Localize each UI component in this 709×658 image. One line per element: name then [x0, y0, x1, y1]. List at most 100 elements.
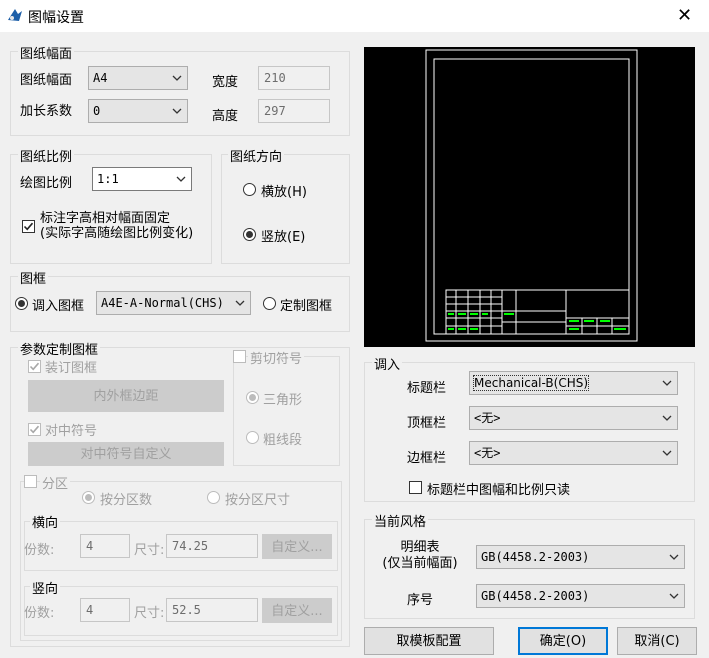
ok-button[interactable]: 确定(O)	[518, 627, 608, 655]
window-title: 图幅设置	[28, 10, 84, 26]
close-button[interactable]: ✕	[660, 0, 709, 32]
load-frame-label[interactable]: 调入图框	[32, 295, 84, 314]
radio-selected-dot	[246, 231, 253, 238]
binding-label: 装订图框	[45, 361, 98, 376]
frame-preview-drawing	[425, 49, 638, 342]
readonly-label[interactable]: 标题栏中图幅和比例只读	[427, 479, 570, 498]
serial-select[interactable]: GB(4458.2-2003)	[476, 584, 685, 608]
detail-table-value: GB(4458.2-2003)	[481, 550, 590, 564]
chevron-down-icon	[662, 415, 672, 421]
vertical-count-field[interactable]: 4	[80, 598, 130, 622]
custom-frame-label[interactable]: 定制图框	[280, 295, 332, 314]
extension-label: 加长系数	[20, 104, 73, 119]
scale-value: 1:1	[97, 172, 119, 186]
load-frame-radio[interactable]	[15, 297, 28, 310]
extension-select[interactable]: 0	[88, 99, 188, 123]
triangle-radio[interactable]	[246, 391, 259, 404]
horizontal-count-field[interactable]: 4	[80, 534, 130, 558]
horizontal-title: 横向	[30, 512, 61, 531]
checkmark-icon	[29, 362, 40, 371]
height-field[interactable]: 297	[258, 99, 330, 123]
vertical-size-field[interactable]: 52.5	[166, 598, 258, 622]
readonly-checkbox[interactable]	[409, 481, 422, 494]
paper-size-group-title: 图纸幅面	[18, 43, 75, 62]
checkmark-icon	[23, 222, 34, 231]
frame-group-title: 图框	[18, 268, 49, 287]
fixed-text-height-checkbox[interactable]	[22, 220, 35, 233]
top-frame-label: 顶框栏	[407, 416, 447, 431]
cut-mark-label: 剪切符号	[248, 348, 305, 367]
frame-value: A4E-A-Normal(CHS)	[101, 296, 224, 310]
param-frame-group-title: 参数定制图框	[18, 339, 101, 358]
fixed-text-height-label: 标注字高相对幅面固定 (实际字高随绘图比例变化)	[40, 211, 193, 241]
radio-selected-dot	[18, 300, 25, 307]
horizontal-custom-button[interactable]: 自定义...	[262, 534, 332, 559]
checkmark-icon	[29, 425, 40, 434]
side-frame-select[interactable]: <无>	[469, 441, 678, 465]
detail-table-label-line2: (仅当前幅面)	[382, 556, 458, 571]
height-label: 高度	[212, 109, 239, 124]
app-icon	[6, 6, 24, 24]
title-block-label: 标题栏	[407, 381, 447, 396]
cut-mark-checkbox[interactable]	[233, 350, 246, 363]
binding-checkbox[interactable]	[28, 360, 41, 373]
detail-table-select[interactable]: GB(4458.2-2003)	[476, 545, 685, 569]
style-group-title: 当前风格	[372, 511, 429, 530]
width-label: 宽度	[212, 75, 239, 90]
import-group-title: 调入	[372, 354, 403, 373]
landscape-radio[interactable]	[243, 183, 256, 196]
title-bar	[0, 0, 709, 32]
paper-size-value: A4	[93, 71, 108, 85]
by-count-radio[interactable]	[82, 491, 95, 504]
frame-select[interactable]: A4E-A-Normal(CHS)	[96, 291, 251, 315]
inner-outer-margin-button[interactable]: 内外框边距	[28, 380, 224, 412]
thick-line-label: 粗线段	[263, 433, 303, 448]
scale-group-title: 图纸比例	[18, 146, 75, 165]
chevron-down-icon	[669, 593, 679, 599]
paper-size-label: 图纸幅面	[20, 73, 73, 88]
fixed-text-height-line2: (实际字高随绘图比例变化)	[40, 226, 194, 241]
serial-value: GB(4458.2-2003)	[481, 589, 590, 603]
top-frame-value: <无>	[474, 411, 501, 425]
by-count-label: 按分区数	[100, 493, 153, 508]
zone-checkbox[interactable]	[24, 475, 37, 488]
title-block-value: Mechanical-B(CHS)	[472, 375, 590, 391]
radio-selected-dot	[249, 394, 256, 401]
by-size-radio[interactable]	[207, 491, 220, 504]
portrait-label[interactable]: 竖放(E)	[261, 226, 305, 245]
side-frame-value: <无>	[474, 446, 501, 460]
chevron-down-icon	[669, 554, 679, 560]
horizontal-size-field[interactable]: 74.25	[166, 534, 258, 558]
horizontal-size-label: 尺寸:	[134, 543, 165, 558]
vertical-count-label: 份数:	[24, 606, 55, 621]
detail-table-label: 明细表 (仅当前幅面)	[380, 540, 460, 572]
top-frame-select[interactable]: <无>	[469, 406, 678, 430]
title-block-select[interactable]: Mechanical-B(CHS)	[469, 371, 678, 395]
landscape-label[interactable]: 横放(H)	[261, 181, 307, 200]
orientation-group	[221, 154, 350, 264]
center-mark-custom-button[interactable]: 对中符号自定义	[28, 442, 224, 466]
serial-label: 序号	[407, 593, 434, 608]
template-config-button[interactable]: 取模板配置	[364, 627, 494, 655]
vertical-title: 竖向	[30, 578, 61, 597]
radio-selected-dot	[85, 494, 92, 501]
custom-frame-radio[interactable]	[263, 297, 276, 310]
triangle-label: 三角形	[263, 393, 303, 408]
chevron-down-icon	[176, 176, 186, 182]
frame-preview	[364, 47, 695, 347]
portrait-radio[interactable]	[243, 228, 256, 241]
chevron-down-icon	[662, 380, 672, 386]
vertical-custom-button[interactable]: 自定义...	[262, 598, 332, 623]
cancel-button[interactable]: 取消(C)	[617, 627, 697, 655]
paper-size-select[interactable]: A4	[88, 66, 188, 90]
side-frame-label: 边框栏	[407, 451, 447, 466]
fixed-text-height-line1: 标注字高相对幅面固定	[40, 211, 171, 226]
thick-line-radio[interactable]	[246, 431, 259, 444]
width-field[interactable]: 210	[258, 66, 330, 90]
vertical-size-label: 尺寸:	[134, 606, 165, 621]
detail-table-label-line1: 明细表	[400, 540, 440, 555]
scale-select[interactable]: 1:1	[92, 167, 192, 191]
horizontal-count-label: 份数:	[24, 543, 55, 558]
center-mark-checkbox[interactable]	[28, 423, 41, 436]
chevron-down-icon	[235, 300, 245, 306]
